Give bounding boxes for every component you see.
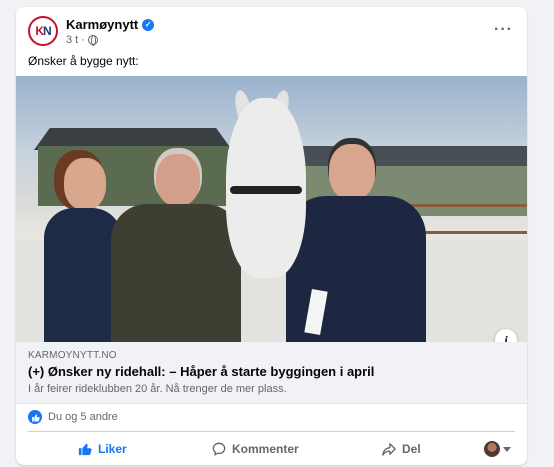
meta-separator: · [81, 34, 85, 46]
verified-badge-icon: ✓ [142, 18, 155, 31]
post-meta: 3 t · [66, 34, 98, 46]
like-reaction-icon [28, 410, 42, 424]
chevron-down-icon [503, 446, 511, 452]
comment-label: Kommenter [232, 442, 299, 456]
post-time[interactable]: 3 t [66, 34, 78, 46]
link-domain: KARMOYNYTT.NO [28, 350, 117, 361]
horse-halter [230, 186, 302, 194]
action-bar: Liker Kommenter Del [16, 435, 527, 463]
page-avatar[interactable]: KN [28, 16, 58, 46]
person-older-man-body [111, 204, 241, 342]
share-arrow-icon [382, 443, 396, 456]
link-preview[interactable]: KARMOYNYTT.NO (+) Ønsker ny ridehall: – … [16, 342, 527, 404]
share-button[interactable]: Del [382, 435, 421, 463]
link-headline[interactable]: (+) Ønsker ny ridehall: – Håper å starte… [28, 364, 374, 379]
page-name-link[interactable]: Karmøynytt ✓ [66, 17, 155, 32]
avatar-letter-n: N [43, 24, 52, 38]
thumbs-up-icon [78, 443, 92, 456]
post-header: KN Karmøynytt ✓ 3 t · ··· [16, 7, 527, 51]
reactions-summary[interactable]: Du og 5 andre [28, 410, 118, 424]
reaction-profile-selector[interactable] [484, 441, 511, 457]
reactions-text[interactable]: Du og 5 andre [48, 411, 118, 423]
page-name[interactable]: Karmøynytt [66, 17, 138, 32]
link-description: I år feirer rideklubben 20 år. Nå trenge… [28, 383, 287, 395]
person-man-glasses-head [329, 144, 375, 200]
like-button[interactable]: Liker [78, 435, 127, 463]
post-text: Ønsker å bygge nytt: [28, 54, 139, 68]
person-older-man-head [156, 154, 200, 206]
globe-icon [87, 35, 98, 46]
more-options-button[interactable]: ··· [494, 21, 513, 39]
actions-divider [28, 431, 515, 432]
user-avatar [484, 441, 500, 457]
comment-button[interactable]: Kommenter [212, 435, 299, 463]
avatar-letter-k: K [35, 24, 44, 38]
barn-roof-right [291, 146, 527, 168]
person-woman-head [64, 158, 106, 210]
share-label: Del [402, 442, 421, 456]
post-card: KN Karmøynytt ✓ 3 t · ··· Ønsker å bygge… [16, 7, 527, 465]
comment-bubble-icon [212, 442, 226, 456]
post-photo[interactable]: i [16, 76, 527, 342]
like-label: Liker [98, 442, 127, 456]
